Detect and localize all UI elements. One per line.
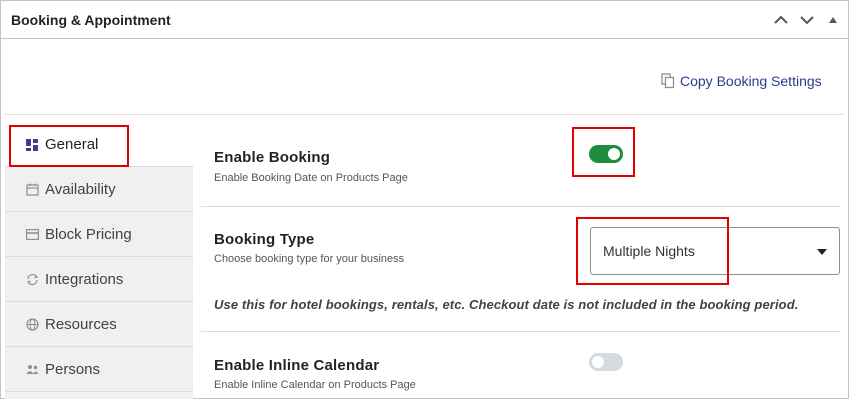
calendar-icon [25, 183, 39, 197]
row-divider [201, 206, 841, 207]
globe-icon [25, 318, 39, 332]
settings-sidebar: General Availability Block Pricing Integ… [5, 123, 193, 399]
card-icon [25, 228, 39, 242]
sidebar-item-label: Block Pricing [45, 226, 132, 243]
caret-down-icon [817, 249, 827, 255]
move-up-button[interactable] [771, 10, 791, 30]
booking-panel: Booking & Appointment Copy Booking Setti… [0, 0, 849, 399]
sidebar-item-general[interactable]: General [5, 123, 193, 167]
booking-type-note: Use this for hotel bookings, rentals, et… [214, 297, 799, 312]
copy-icon [661, 73, 675, 89]
toggle-knob [592, 356, 604, 368]
people-icon [25, 363, 39, 377]
panel-header: Booking & Appointment [1, 1, 848, 39]
sidebar-item-persons[interactable]: Persons [5, 348, 193, 392]
copy-booking-settings-link[interactable]: Copy Booking Settings [661, 73, 822, 89]
move-down-button[interactable] [797, 10, 817, 30]
sidebar-item-label: Integrations [45, 271, 124, 288]
booking-type-selected-value: Multiple Nights [603, 243, 695, 259]
sidebar-item-resources[interactable]: Resources [5, 303, 193, 347]
toggle-knob [608, 148, 620, 160]
row-divider [201, 331, 841, 332]
booking-type-description: Choose booking type for your business [214, 253, 405, 265]
enable-booking-toggle[interactable] [589, 145, 623, 163]
sidebar-item-availability[interactable]: Availability [5, 168, 193, 212]
booking-type-select[interactable]: Multiple Nights [590, 227, 840, 275]
panel-title: Booking & Appointment [11, 12, 171, 28]
sidebar-item-label: Persons [45, 361, 101, 378]
inline-calendar-title: Enable Inline Calendar [214, 357, 380, 374]
toggle-panel-button[interactable] [823, 10, 843, 30]
triangle-up-icon [829, 17, 837, 23]
inline-calendar-description: Enable Inline Calendar on Products Page [214, 379, 416, 391]
sidebar-item-block-pricing[interactable]: Block Pricing [5, 213, 193, 257]
chevron-down-icon [800, 16, 814, 25]
enable-booking-description: Enable Booking Date on Products Page [214, 172, 408, 184]
sidebar-item-integrations[interactable]: Integrations [5, 258, 193, 302]
sidebar-item-label: General [45, 136, 99, 153]
copy-booking-settings-label: Copy Booking Settings [680, 73, 822, 89]
enable-booking-title: Enable Booking [214, 149, 331, 166]
booking-type-title: Booking Type [214, 231, 315, 248]
sidebar-item-label: Resources [45, 316, 117, 333]
grid-icon [25, 138, 39, 152]
content-divider [5, 114, 844, 115]
inline-calendar-toggle[interactable] [589, 353, 623, 371]
sync-icon [25, 273, 39, 287]
sidebar-item-label: Availability [45, 181, 116, 198]
chevron-up-icon [774, 15, 788, 24]
